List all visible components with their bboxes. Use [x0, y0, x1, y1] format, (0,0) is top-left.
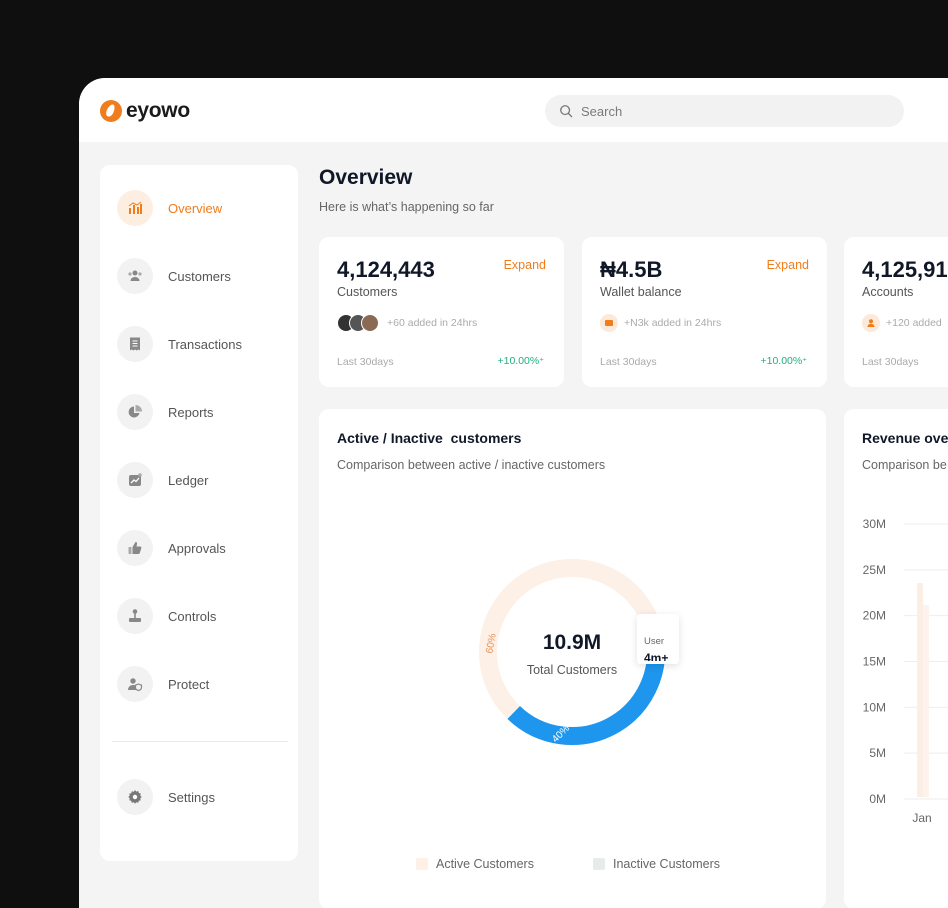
sidebar-item-approvals[interactable]: Approvals: [117, 530, 287, 566]
search-icon: [560, 105, 573, 118]
brand-name: eyowo: [126, 99, 190, 122]
users-icon: [117, 258, 153, 294]
stat-value: 4,124,443: [337, 257, 435, 282]
stat-label: Customers: [337, 285, 398, 299]
sidebar-item-label: Transactions: [168, 336, 242, 352]
stat-value: ₦4.5B: [600, 257, 663, 282]
avatar-group: [337, 314, 379, 332]
donut-center-value: 10.9M: [543, 631, 601, 654]
trend-value: +10.00%: [760, 355, 803, 367]
stat-trend: +10.00%⁺: [497, 355, 544, 367]
page-subtitle: Here is what’s happening so far: [319, 200, 494, 214]
trend-up-icon: ⁺: [802, 356, 807, 366]
sidebar-divider: [112, 741, 288, 742]
chart-tooltip: User 4m+: [637, 614, 679, 664]
y-tick-label: 10M: [863, 700, 886, 714]
avatar: [361, 314, 379, 332]
trend-value: +10.00%: [497, 355, 540, 367]
user-icon: [862, 314, 880, 332]
app-window: eyowo Overview Customers Transactions Re…: [79, 78, 948, 908]
sidebar-item-protect[interactable]: Protect: [117, 666, 287, 702]
pie-chart-icon: [117, 394, 153, 430]
revenue-card: Revenue ove Comparison be 30M 25M 20M 15M 10…: [844, 409, 948, 908]
x-tick-label: Jan: [912, 811, 931, 825]
top-bar: eyowo: [79, 78, 948, 142]
search-bar[interactable]: [545, 95, 904, 127]
stat-note: +60 added in 24hrs: [387, 317, 478, 329]
thumbs-up-icon: [117, 530, 153, 566]
legend-item-active: Active Customers: [416, 857, 534, 871]
expand-link[interactable]: Expand: [504, 258, 546, 272]
sidebar-item-customers[interactable]: Customers: [117, 258, 287, 294]
sidebar-item-label: Approvals: [168, 540, 226, 556]
y-tick-label: 0M: [869, 792, 886, 806]
stat-card-customers: 4,124,443 Customers Expand +60 added in …: [319, 237, 564, 387]
stat-note-row: +120 added: [862, 314, 942, 332]
revenue-chart: 30M 25M 20M 15M 10M 5M 0M Jan: [863, 517, 948, 825]
stat-period: Last 30days: [337, 356, 394, 368]
receipt-icon: [117, 326, 153, 362]
legend-label: Active Customers: [436, 857, 534, 871]
sidebar-item-label: Ledger: [168, 472, 209, 488]
sidebar-item-controls[interactable]: Controls: [117, 598, 287, 634]
sidebar-item-transactions[interactable]: Transactions: [117, 326, 287, 362]
sidebar-item-label: Customers: [168, 268, 231, 284]
tooltip-label: User: [644, 636, 665, 647]
stat-note: +120 added: [886, 317, 942, 329]
sidebar: Overview Customers Transactions Reports …: [100, 165, 298, 861]
y-tick-label: 15M: [863, 655, 886, 669]
sidebar-item-label: Reports: [168, 404, 214, 420]
donut-center-label: Total Customers: [527, 663, 617, 677]
stat-period: Last 30days: [600, 356, 657, 368]
y-tick-label: 20M: [863, 609, 886, 623]
sidebar-item-label: Settings: [168, 789, 215, 805]
stat-period: Last 30days: [862, 356, 919, 368]
wallet-icon: [600, 314, 618, 332]
sidebar-item-label: Controls: [168, 608, 217, 624]
revenue-bar: [917, 583, 923, 797]
sidebar-item-label: Overview: [168, 200, 223, 216]
sidebar-item-reports[interactable]: Reports: [117, 394, 287, 430]
gear-icon: [117, 779, 153, 815]
stat-trend: +10.00%⁺: [760, 355, 807, 367]
legend-swatch: [416, 858, 428, 870]
page-title: Overview: [319, 166, 413, 189]
search-input[interactable]: [581, 103, 861, 119]
stat-note-row: +N3k added in 24hrs: [600, 314, 721, 332]
sidebar-item-overview[interactable]: Overview: [117, 190, 287, 226]
legend-item-inactive: Inactive Customers: [593, 857, 720, 871]
sidebar-item-label: Protect: [168, 676, 210, 692]
stat-label: Accounts: [862, 285, 914, 299]
brand-logo[interactable]: eyowo: [100, 99, 190, 123]
y-tick-label: 25M: [863, 563, 886, 577]
y-tick-label: 5M: [869, 746, 886, 760]
tooltip-value: 4m+: [644, 651, 669, 661]
stat-label: Wallet balance: [600, 285, 682, 299]
y-tick-label: 30M: [863, 517, 886, 531]
legend-swatch: [593, 858, 605, 870]
stat-card-wallet: ₦4.5B Wallet balance Expand +N3k added i…: [582, 237, 827, 387]
logo-mark-icon: [100, 100, 122, 122]
active-inactive-card: Active / Inactive customers Comparison b…: [319, 409, 826, 908]
trend-icon: [117, 462, 153, 498]
legend-label: Inactive Customers: [613, 857, 720, 871]
trend-up-icon: ⁺: [539, 356, 544, 366]
donut-chart: 40%60% 10.9M Total Customers: [479, 559, 665, 745]
stat-card-accounts: 4,125,91 Accounts +120 added Last 30days: [844, 237, 948, 387]
joystick-icon: [117, 598, 153, 634]
chart-bars-icon: [117, 190, 153, 226]
revenue-bar: [923, 605, 929, 797]
sidebar-item-ledger[interactable]: Ledger: [117, 462, 287, 498]
stat-value: 4,125,91: [862, 257, 948, 282]
expand-link[interactable]: Expand: [767, 258, 809, 272]
stat-note: +N3k added in 24hrs: [624, 317, 722, 329]
user-shield-icon: [117, 666, 153, 702]
stat-note-row: +60 added in 24hrs: [337, 314, 477, 332]
sidebar-item-settings[interactable]: Settings: [117, 779, 287, 815]
